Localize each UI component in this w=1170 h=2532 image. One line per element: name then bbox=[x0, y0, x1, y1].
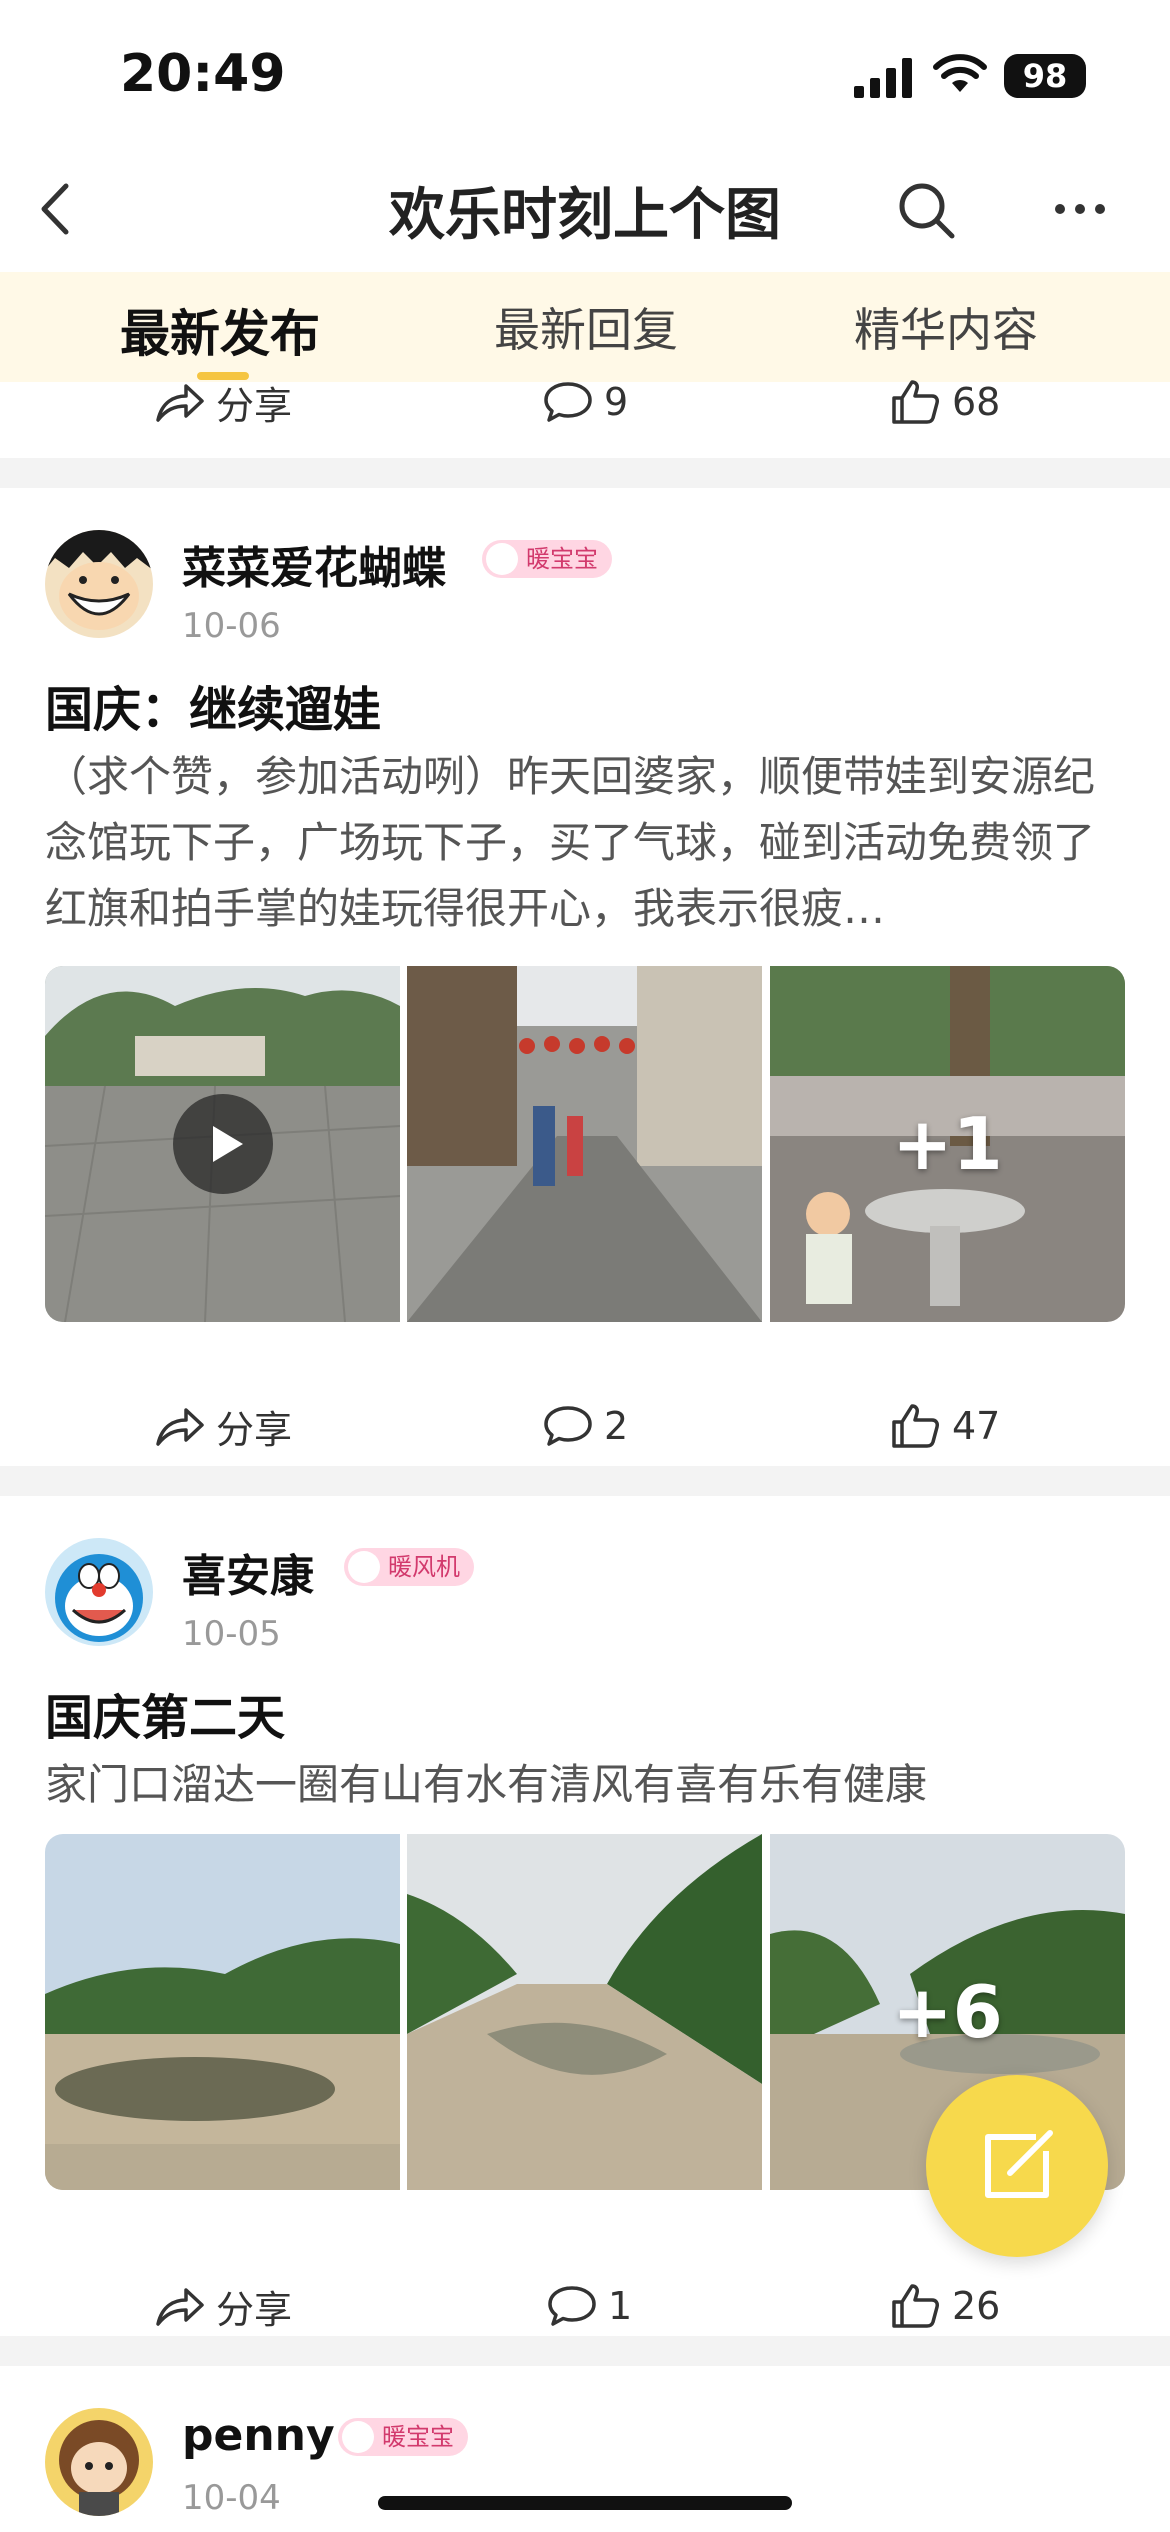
post-image[interactable] bbox=[45, 1834, 400, 2190]
image-grid: +1 bbox=[45, 966, 1125, 1322]
post-date: 10-05 bbox=[182, 1614, 281, 1654]
share-button[interactable]: 分享 bbox=[154, 1386, 292, 1466]
comment-count: 1 bbox=[608, 2284, 633, 2328]
like-button[interactable]: 68 bbox=[890, 362, 1000, 442]
tab-latest-replies[interactable]: 最新回复 bbox=[494, 294, 678, 360]
compose-post-button[interactable] bbox=[926, 2075, 1108, 2257]
thumbs-up-icon bbox=[892, 380, 939, 424]
more-options-icon[interactable] bbox=[1050, 174, 1110, 244]
share-label: 分享 bbox=[216, 1407, 293, 1452]
post-image[interactable] bbox=[407, 966, 762, 1322]
comment-icon bbox=[544, 382, 592, 422]
page-title: 欢乐时刻上个图 bbox=[389, 183, 781, 248]
post-date: 10-06 bbox=[182, 606, 281, 646]
username[interactable]: 喜安康 bbox=[182, 1540, 314, 1604]
share-button[interactable]: 分享 bbox=[154, 2266, 292, 2346]
thumbs-up-icon bbox=[892, 2284, 939, 2328]
post-title: 国庆第二天 bbox=[45, 1690, 286, 1746]
feed-divider bbox=[0, 1466, 1170, 1496]
comment-icon bbox=[544, 1406, 592, 1446]
username[interactable]: 菜菜爱花蝴蝶 bbox=[182, 532, 446, 596]
status-time: 20:49 bbox=[120, 44, 286, 104]
badge-label: 暖宝宝 bbox=[526, 545, 598, 573]
badge-icon bbox=[348, 1551, 380, 1583]
edit-icon bbox=[985, 2130, 1053, 2198]
user-level-badge: 暖宝宝 bbox=[338, 2418, 468, 2456]
post-date: 10-04 bbox=[182, 2478, 281, 2518]
badge-icon bbox=[486, 543, 518, 575]
post-image[interactable] bbox=[45, 966, 400, 1322]
username[interactable]: penny bbox=[182, 2410, 335, 2461]
post-body: （求个赞，参加活动咧）昨天回婆家，顺便带娃到安源纪念馆玩下子，广场玩下子，买了气… bbox=[45, 752, 1096, 933]
post-image[interactable] bbox=[407, 1834, 762, 2190]
comment-icon bbox=[548, 2286, 596, 2326]
post-body: 家门口溜达一圈有山有水有清风有喜有乐有健康 bbox=[45, 1760, 928, 1809]
more-images-count: +1 bbox=[892, 1102, 1003, 1186]
wifi-icon bbox=[933, 54, 987, 92]
badge-label: 暖宝宝 bbox=[382, 2423, 454, 2451]
share-icon bbox=[156, 1408, 204, 1446]
post-title: 国庆：继续遛娃 bbox=[45, 682, 382, 738]
badge-icon bbox=[342, 2421, 374, 2453]
comment-button[interactable]: 1 bbox=[546, 2266, 632, 2346]
post-card[interactable]: 菜菜爱花蝴蝶 暖宝宝 10-06 国庆：继续遛娃 （求个赞，参加活动咧）昨天回婆… bbox=[0, 488, 1170, 1466]
avatar[interactable] bbox=[45, 530, 153, 638]
share-icon bbox=[156, 384, 204, 422]
battery-indicator: 98 bbox=[1004, 54, 1086, 98]
post-actions: 分享 1 26 bbox=[0, 2266, 1170, 2346]
tab-latest-posts[interactable]: 最新发布 bbox=[120, 294, 320, 366]
like-button[interactable]: 26 bbox=[890, 2266, 1000, 2346]
comment-button[interactable]: 9 bbox=[542, 362, 628, 442]
status-bar: 20:49 98 bbox=[0, 0, 1170, 150]
post-actions: 分享 2 47 bbox=[0, 1386, 1170, 1466]
avatar[interactable] bbox=[45, 2408, 153, 2516]
video-play-button[interactable] bbox=[173, 1094, 273, 1194]
avatar[interactable] bbox=[45, 1538, 153, 1646]
post-image[interactable]: +1 bbox=[770, 966, 1125, 1322]
share-button[interactable]: 分享 bbox=[154, 362, 292, 442]
badge-label: 暖风机 bbox=[388, 1553, 460, 1581]
cellular-signal-icon bbox=[854, 58, 912, 98]
tab-featured[interactable]: 精华内容 bbox=[854, 294, 1038, 360]
share-icon bbox=[156, 2288, 204, 2326]
comment-button[interactable]: 2 bbox=[542, 1386, 628, 1466]
prev-post-actions: 分享 9 68 bbox=[0, 362, 1170, 442]
nav-header: 欢乐时刻上个图 bbox=[0, 150, 1170, 270]
comment-count: 2 bbox=[604, 1404, 629, 1448]
like-button[interactable]: 47 bbox=[890, 1386, 1000, 1466]
share-label: 分享 bbox=[216, 383, 293, 428]
like-count: 26 bbox=[952, 2284, 1001, 2328]
feed-divider bbox=[0, 458, 1170, 488]
user-level-badge: 暖宝宝 bbox=[482, 540, 612, 578]
like-count: 68 bbox=[952, 380, 1001, 424]
share-label: 分享 bbox=[216, 2287, 293, 2332]
home-indicator bbox=[378, 2496, 792, 2510]
search-icon[interactable] bbox=[894, 174, 958, 244]
feed-divider bbox=[0, 2336, 1170, 2366]
user-level-badge: 暖风机 bbox=[344, 1548, 474, 1586]
thumbs-up-icon bbox=[892, 1404, 939, 1448]
comment-count: 9 bbox=[604, 380, 629, 424]
like-count: 47 bbox=[952, 1404, 1001, 1448]
